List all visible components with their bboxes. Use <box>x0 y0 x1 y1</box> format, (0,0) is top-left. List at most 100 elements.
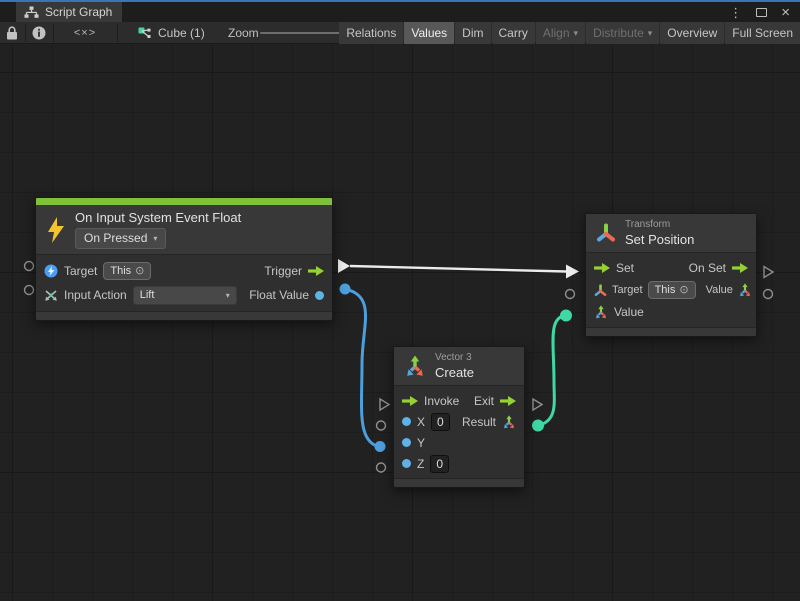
input-action-dropdown[interactable]: Lift ▾ <box>133 286 237 305</box>
on-set-output-port[interactable] <box>764 267 773 278</box>
graph-name: Cube (1) <box>158 26 205 40</box>
vector3-icon[interactable] <box>502 415 516 429</box>
set-target-input-port[interactable] <box>566 290 575 299</box>
target-object-field[interactable]: This ⊙ <box>103 262 151 280</box>
distribute-button[interactable]: Distribute▾ <box>586 22 659 44</box>
node-title: On Input System Event Float <box>75 210 241 225</box>
port-row-input-action: Input Action Lift ▾ Float Value <box>36 283 332 307</box>
z-input-port[interactable] <box>377 463 386 472</box>
edit-script-button[interactable]: <×> <box>54 22 116 44</box>
info-icon <box>32 26 46 40</box>
close-icon[interactable]: × <box>781 5 790 20</box>
flow-arrow-icon[interactable] <box>732 263 748 273</box>
node-category: Transform <box>625 219 694 230</box>
flow-wire <box>350 266 566 272</box>
full-screen-button[interactable]: Full Screen <box>725 22 800 44</box>
input-action-input-port[interactable] <box>25 286 34 295</box>
lightning-icon <box>46 217 66 243</box>
x-input-port[interactable] <box>377 421 386 430</box>
flow-arrow-icon[interactable] <box>594 263 610 273</box>
y-input-port[interactable] <box>375 441 386 452</box>
trigger-output-port[interactable] <box>338 259 350 273</box>
float-port-icon[interactable] <box>315 291 324 300</box>
port-row-target: Target This ⊙ Value <box>586 279 756 301</box>
menu-icon[interactable]: ⋮ <box>729 6 742 19</box>
zoom-label: Zoom <box>228 22 259 44</box>
node-header: Transform Set Position <box>586 214 756 253</box>
lock-button[interactable] <box>0 22 24 44</box>
node-footer <box>394 478 524 487</box>
node-header: Vector 3 Create <box>394 347 524 386</box>
graph-hierarchy-icon <box>24 6 39 18</box>
node-title: Set Position <box>625 232 694 247</box>
node-footer <box>36 311 332 320</box>
event-accent-bar <box>36 198 332 205</box>
flow-arrow-icon[interactable] <box>402 396 418 406</box>
float-wire <box>345 289 378 447</box>
tab-bar: Script Graph ⋮ × <box>0 2 800 22</box>
port-row-y: Y <box>394 432 524 453</box>
float-port-icon[interactable] <box>402 438 411 447</box>
vector3-icon <box>404 355 426 377</box>
result-output-port[interactable] <box>532 420 544 432</box>
flow-wire-arrowhead <box>566 265 579 279</box>
dim-button[interactable]: Dim <box>455 22 490 44</box>
graph-canvas[interactable]: On Input System Event Float On Pressed ▾… <box>0 44 800 601</box>
node-vector3-create[interactable]: Vector 3 Create Invoke Exit X 0 Res <box>393 346 525 488</box>
invoke-input-port[interactable] <box>380 399 389 410</box>
input-action-icon <box>44 288 58 302</box>
graph-breadcrumb[interactable]: Cube (1) <box>138 22 205 44</box>
align-button[interactable]: Align▾ <box>536 22 585 44</box>
graph-asset-icon <box>138 27 151 39</box>
x-value-field[interactable]: 0 <box>431 413 450 431</box>
vector3-icon[interactable] <box>738 283 752 297</box>
overview-button[interactable]: Overview <box>660 22 724 44</box>
carry-button[interactable]: Carry <box>492 22 535 44</box>
z-value-field[interactable]: 0 <box>430 455 449 473</box>
node-category: Vector 3 <box>435 352 474 363</box>
event-mode-dropdown[interactable]: On Pressed ▾ <box>75 228 166 249</box>
object-picker-icon: ⊙ <box>135 264 144 278</box>
toolbar-separator <box>117 24 118 42</box>
window-controls: ⋮ × <box>729 2 800 22</box>
node-set-position[interactable]: Transform Set Position Set On Set Target… <box>585 213 757 337</box>
value-input-port[interactable] <box>560 310 572 322</box>
transform-icon <box>594 284 607 297</box>
chevron-down-icon: ▾ <box>574 28 579 39</box>
toolbar-buttons: Relations Values Dim Carry Align▾ Distri… <box>339 22 800 44</box>
flow-arrow-icon[interactable] <box>308 266 324 276</box>
code-icon: <×> <box>74 27 96 39</box>
vector3-icon <box>594 305 608 319</box>
zoom-slider[interactable] <box>260 32 352 34</box>
vector3-wire <box>538 316 565 426</box>
relations-button[interactable]: Relations <box>339 22 403 44</box>
float-port-icon[interactable] <box>402 459 411 468</box>
inspect-button[interactable] <box>26 22 52 44</box>
port-row-value: Value <box>586 301 756 323</box>
node-header: On Input System Event Float On Pressed ▾ <box>36 205 332 255</box>
gameobject-icon <box>44 264 58 278</box>
tab-title: Script Graph <box>45 5 112 19</box>
set-value-output-port[interactable] <box>764 290 773 299</box>
tab-script-graph[interactable]: Script Graph <box>16 2 122 22</box>
node-on-input-system-event-float[interactable]: On Input System Event Float On Pressed ▾… <box>35 197 333 321</box>
script-graph-window: Script Graph ⋮ × <×> Cube (1) Zoom 1x <box>0 0 800 601</box>
port-row-target: Target This ⊙ Trigger <box>36 259 332 283</box>
chevron-down-icon: ▾ <box>153 231 157 246</box>
values-button[interactable]: Values <box>404 22 454 44</box>
target-object-field[interactable]: This ⊙ <box>648 281 696 299</box>
flow-arrow-icon[interactable] <box>500 396 516 406</box>
port-row-x: X 0 Result <box>394 411 524 432</box>
chevron-down-icon: ▾ <box>226 288 230 303</box>
target-input-port[interactable] <box>25 262 34 271</box>
node-footer <box>586 327 756 336</box>
float-value-output-port[interactable] <box>340 284 351 295</box>
node-title: Create <box>435 365 474 380</box>
graph-toolbar: <×> Cube (1) Zoom 1x Relations Values Di… <box>0 22 800 44</box>
transform-icon <box>596 223 616 243</box>
port-row-invoke: Invoke Exit <box>394 390 524 411</box>
maximize-icon[interactable] <box>756 8 767 17</box>
port-row-set: Set On Set <box>586 257 756 279</box>
float-port-icon[interactable] <box>402 417 411 426</box>
exit-output-port[interactable] <box>533 399 542 410</box>
